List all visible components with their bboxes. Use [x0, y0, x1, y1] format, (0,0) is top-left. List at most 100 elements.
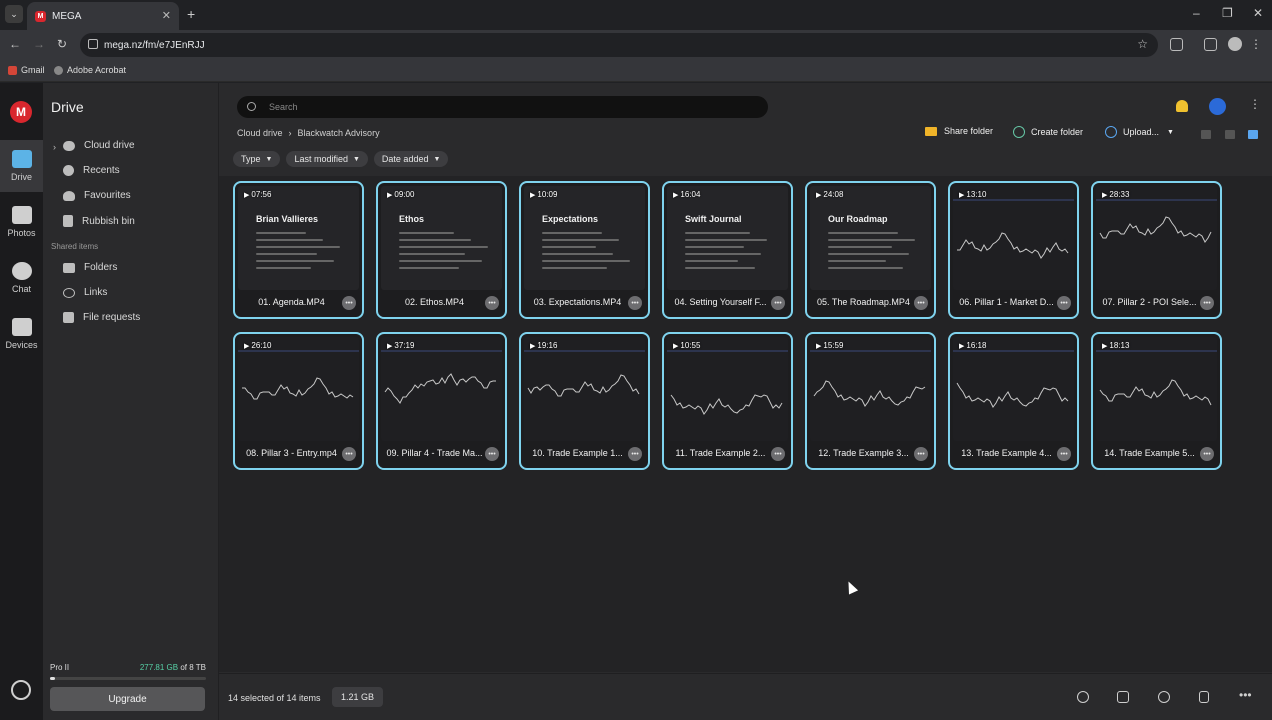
breadcrumb-current-folder: Blackwatch Advisory — [297, 128, 380, 138]
browser-tab[interactable]: M MEGA ✕ — [27, 2, 179, 30]
rail-devices[interactable]: Devices — [0, 308, 43, 360]
address-bar[interactable]: mega.nz/fm/e7JEnRJJ ☆ — [80, 33, 1158, 57]
file-more-icon[interactable]: ••• — [1200, 447, 1214, 461]
file-card[interactable]: Ethos 09:00 02. Ethos.MP4 ••• — [376, 181, 507, 319]
new-tab-icon[interactable]: + — [187, 6, 195, 22]
upgrade-button[interactable]: Upgrade — [50, 687, 205, 711]
file-name: 08. Pillar 3 - Entry.mp4 — [246, 448, 337, 458]
search-input[interactable]: Search — [237, 96, 768, 118]
heart-icon — [63, 190, 75, 201]
devices-icon — [11, 318, 32, 336]
media-icon[interactable] — [1204, 38, 1217, 51]
grid-view-icon[interactable] — [1248, 130, 1258, 139]
filter-date-added[interactable]: Date added ▼ — [373, 151, 449, 167]
upload-button[interactable]: Upload... ▼ — [1105, 126, 1174, 138]
slide-text-line — [256, 239, 323, 241]
bookmark-star-icon[interactable]: ☆ — [1137, 37, 1148, 51]
file-more-icon[interactable]: ••• — [914, 447, 928, 461]
file-more-icon[interactable]: ••• — [485, 296, 499, 310]
site-info-icon[interactable] — [88, 39, 98, 49]
file-card[interactable]: 28:33 07. Pillar 2 - POI Sele...••• — [1091, 181, 1222, 319]
slide-text-line — [828, 253, 909, 255]
file-more-icon[interactable]: ••• — [485, 447, 499, 461]
file-more-icon[interactable]: ••• — [342, 447, 356, 461]
download-icon[interactable] — [1077, 691, 1089, 703]
file-more-icon[interactable]: ••• — [771, 447, 785, 461]
file-card[interactable]: 15:59 12. Trade Example 3... ••• — [805, 332, 936, 470]
extensions-icon[interactable] — [1170, 38, 1183, 51]
storage-bar-fill — [50, 677, 56, 680]
chevron-right-icon[interactable]: › — [53, 142, 56, 152]
rail-drive[interactable]: Drive — [0, 140, 43, 192]
chrome-menu-icon[interactable]: ⋮ — [1250, 37, 1262, 51]
close-window-icon[interactable]: ✕ — [1253, 6, 1263, 20]
file-more-icon[interactable]: ••• — [628, 296, 642, 310]
rail-photos[interactable]: Photos — [0, 196, 43, 248]
share-folder-button[interactable]: Share folder — [925, 126, 993, 136]
notifications-bell-icon[interactable] — [1176, 100, 1188, 112]
filter-last-modified[interactable]: Last modified ▼ — [286, 151, 368, 167]
more-options-icon[interactable]: ⋮ — [1249, 97, 1261, 111]
rail-chat[interactable]: Chat — [0, 252, 43, 304]
minimize-icon[interactable]: – — [1193, 6, 1200, 20]
photos-icon — [11, 206, 32, 224]
sidebar-item-recents[interactable]: Recents — [63, 165, 120, 176]
tab-search-icon[interactable]: ⌄ — [5, 5, 23, 23]
profile-avatar-icon[interactable] — [1228, 37, 1242, 51]
back-icon[interactable]: ← — [9, 37, 21, 51]
reload-icon[interactable]: ↻ — [57, 37, 67, 51]
file-more-icon[interactable]: ••• — [1200, 296, 1214, 310]
file-more-icon[interactable]: ••• — [628, 447, 642, 461]
bookmark-label: Gmail — [21, 65, 45, 75]
preview-icon[interactable] — [1201, 130, 1211, 139]
restore-icon[interactable]: ❐ — [1222, 6, 1233, 20]
file-card[interactable]: 19:16 10. Trade Example 1... ••• — [519, 332, 650, 470]
list-view-icon[interactable] — [1225, 130, 1235, 139]
file-name: 11. Trade Example 2... — [675, 448, 766, 458]
slide-text-line — [828, 239, 915, 241]
more-actions-icon[interactable]: ••• — [1239, 688, 1252, 702]
close-tab-icon[interactable]: ✕ — [162, 9, 171, 22]
link-icon[interactable] — [1158, 691, 1170, 703]
file-more-icon[interactable]: ••• — [1057, 447, 1071, 461]
trash-icon[interactable] — [1199, 691, 1209, 703]
forward-icon[interactable]: → — [33, 37, 45, 51]
slide-text-line — [399, 246, 488, 248]
file-more-icon[interactable]: ••• — [914, 296, 928, 310]
sidebar-item-folders[interactable]: Folders — [63, 262, 117, 273]
create-folder-label: Create folder — [1031, 127, 1084, 137]
video-thumbnail: 13:10 — [953, 186, 1074, 290]
file-card[interactable]: 18:13 14. Trade Example 5... ••• — [1091, 332, 1222, 470]
filter-label: Type — [241, 154, 261, 164]
filter-type[interactable]: Type ▼ — [233, 151, 281, 167]
sidebar-item-rubbish-bin[interactable]: Rubbish bin — [63, 215, 135, 227]
mega-logo-icon[interactable]: M — [10, 101, 32, 123]
sidebar-item-file-requests[interactable]: File requests — [63, 312, 140, 323]
file-more-icon[interactable]: ••• — [771, 296, 785, 310]
file-card[interactable]: 26:10 08. Pillar 3 - Entry.mp4 ••• — [233, 332, 364, 470]
settings-icon[interactable] — [11, 680, 31, 700]
share-icon[interactable] — [1117, 691, 1129, 703]
file-card[interactable]: Expectations 10:09 03. Expectations.MP4 ••• — [519, 181, 650, 319]
file-more-icon[interactable]: ••• — [1057, 296, 1071, 310]
slide-text-line — [399, 267, 459, 269]
sidebar-item-links[interactable]: Links — [63, 287, 107, 298]
bookmark-adobe-acrobat[interactable]: Adobe Acrobat — [54, 65, 126, 75]
file-card[interactable]: Swift Journal 16:04 04. Setting Yourself F… — [662, 181, 793, 319]
bookmark-gmail[interactable]: Gmail — [8, 65, 45, 75]
create-folder-button[interactable]: Create folder — [1013, 126, 1083, 138]
slide-text-line — [399, 260, 482, 262]
file-card[interactable]: Our Roadmap 24:08 05. The Roadmap.MP4 ••• — [805, 181, 936, 319]
file-card[interactable]: 13:10 06. Pillar 1 - Market D...••• — [948, 181, 1079, 319]
sidebar-item-cloud-drive[interactable]: Cloud drive — [63, 140, 135, 151]
video-duration: 18:13 — [1102, 341, 1129, 350]
breadcrumb-cloud-drive[interactable]: Cloud drive — [237, 128, 283, 138]
file-card[interactable]: 16:18 13. Trade Example 4... ••• — [948, 332, 1079, 470]
file-card[interactable]: Brian Vallieres 07:56 01. Agenda.MP4 ••• — [233, 181, 364, 319]
file-card[interactable]: 37:19 09. Pillar 4 - Trade Ma...••• — [376, 332, 507, 470]
file-more-icon[interactable]: ••• — [342, 296, 356, 310]
file-name: 09. Pillar 4 - Trade Ma... — [386, 448, 483, 458]
account-avatar[interactable] — [1209, 98, 1226, 115]
sidebar-item-favourites[interactable]: Favourites — [63, 190, 131, 201]
file-card[interactable]: 10:55 11. Trade Example 2... ••• — [662, 332, 793, 470]
